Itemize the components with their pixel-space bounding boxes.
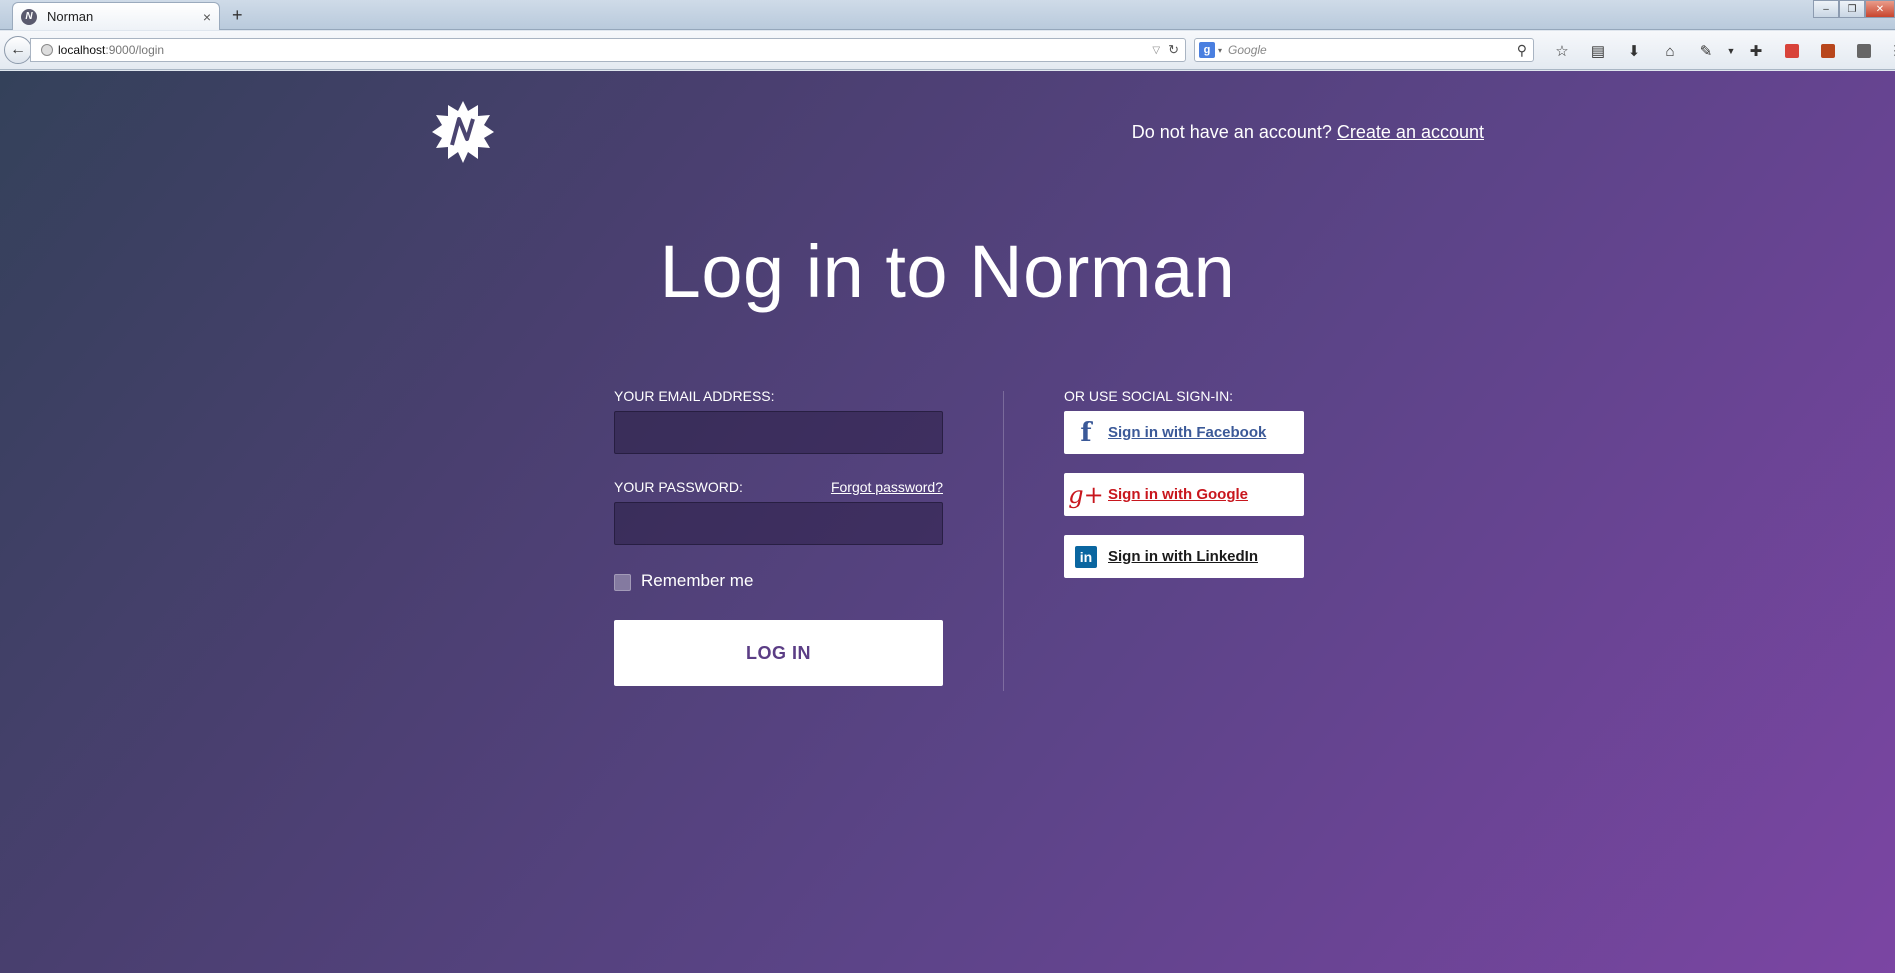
menu-dropdown-icon[interactable]: ▼	[1724, 40, 1738, 62]
tab-title: Norman	[47, 9, 94, 24]
search-icon[interactable]: ⚲	[1517, 42, 1527, 59]
url-history-dropdown-icon[interactable]: ▽	[1152, 45, 1160, 56]
remember-me-label[interactable]: Remember me	[641, 571, 753, 591]
reload-icon[interactable]: ↻	[1168, 42, 1179, 58]
back-arrow-icon: ←	[10, 41, 26, 58]
google-plus-icon: g+	[1068, 480, 1104, 509]
download-icon[interactable]: ⬇	[1616, 40, 1652, 62]
home-icon[interactable]: ⌂	[1652, 40, 1688, 62]
google-signin-label: Sign in with Google	[1108, 486, 1248, 503]
search-bar[interactable]: g ▾ Google ⚲	[1194, 38, 1534, 62]
remember-me-row: Remember me	[614, 570, 943, 591]
addon-red-icon[interactable]	[1774, 40, 1810, 62]
browser-navbar: ← localhost :9000/login ▽ ↻ g ▾ Google ⚲…	[0, 31, 1895, 70]
social-signin: OR USE SOCIAL SIGN-IN: f Sign in with Fa…	[1064, 388, 1304, 578]
minimize-button[interactable]: –	[1813, 0, 1839, 18]
password-label: YOUR PASSWORD:	[614, 479, 743, 495]
page-title: Log in to Norman	[659, 230, 1236, 313]
back-button[interactable]: ←	[4, 36, 32, 64]
new-tab-button[interactable]: +	[232, 5, 243, 26]
linkedin-signin-button[interactable]: in Sign in with LinkedIn	[1064, 535, 1304, 578]
addon-icon[interactable]: ✚	[1738, 40, 1774, 62]
tab-close-icon[interactable]: ×	[203, 9, 211, 25]
login-button[interactable]: LOG IN	[614, 620, 943, 686]
site-identity-icon[interactable]	[41, 44, 53, 56]
google-signin-button[interactable]: g+ Sign in with Google	[1064, 473, 1304, 516]
remember-me-checkbox[interactable]	[614, 574, 631, 591]
norman-favicon-icon: N	[21, 8, 37, 25]
browser-toolbar: ☆ ▤ ⬇ ⌂ ✎ ▼ ✚ ☰	[1544, 40, 1895, 62]
social-heading: OR USE SOCIAL SIGN-IN:	[1064, 388, 1234, 404]
email-label: YOUR EMAIL ADDRESS:	[614, 388, 775, 404]
email-field[interactable]	[614, 411, 943, 454]
restore-button[interactable]: ❐	[1839, 0, 1865, 18]
browser-tab[interactable]: N Norman ×	[12, 2, 220, 30]
facebook-signin-label: Sign in with Facebook	[1108, 424, 1267, 441]
extension-icon[interactable]: ✎	[1688, 40, 1724, 62]
bookmark-star-icon[interactable]: ☆	[1544, 40, 1580, 62]
url-host: localhost	[58, 43, 106, 57]
facebook-signin-button[interactable]: f Sign in with Facebook	[1064, 411, 1304, 454]
search-placeholder: Google	[1228, 43, 1267, 57]
browser-tabstrip: N Norman × + – ❐ ✕	[0, 0, 1895, 30]
linkedin-signin-label: Sign in with LinkedIn	[1108, 548, 1258, 565]
column-divider	[1003, 391, 1004, 691]
url-path: :9000/login	[105, 43, 165, 57]
login-page: Do not have an account? Create an accoun…	[0, 71, 1895, 973]
window-close-button[interactable]: ✕	[1865, 0, 1895, 18]
password-field[interactable]	[614, 502, 943, 545]
norman-logo-icon[interactable]	[432, 101, 494, 163]
google-engine-icon[interactable]: g	[1199, 42, 1215, 58]
window-controls: – ❐ ✕	[1813, 0, 1895, 18]
address-bar[interactable]: localhost :9000/login ▽ ↻	[30, 38, 1186, 62]
linkedin-icon: in	[1072, 543, 1100, 571]
reading-list-icon[interactable]: ▤	[1580, 40, 1616, 62]
login-form: YOUR EMAIL ADDRESS: YOUR PASSWORD: Forgo…	[614, 388, 943, 686]
create-account-link[interactable]: Create an account	[1337, 122, 1484, 142]
password-label-row: YOUR PASSWORD: Forgot password?	[614, 479, 943, 495]
facebook-icon: f	[1080, 417, 1092, 448]
addon-orange-icon[interactable]	[1810, 40, 1846, 62]
hamburger-menu-icon[interactable]: ☰	[1882, 40, 1895, 62]
addon-grey-icon[interactable]	[1846, 40, 1882, 62]
engine-dropdown-icon[interactable]: ▾	[1218, 46, 1222, 55]
signup-prompt: Do not have an account? Create an accoun…	[1132, 122, 1484, 143]
signup-prompt-text: Do not have an account?	[1131, 122, 1332, 142]
forgot-password-link[interactable]: Forgot password?	[831, 479, 943, 495]
